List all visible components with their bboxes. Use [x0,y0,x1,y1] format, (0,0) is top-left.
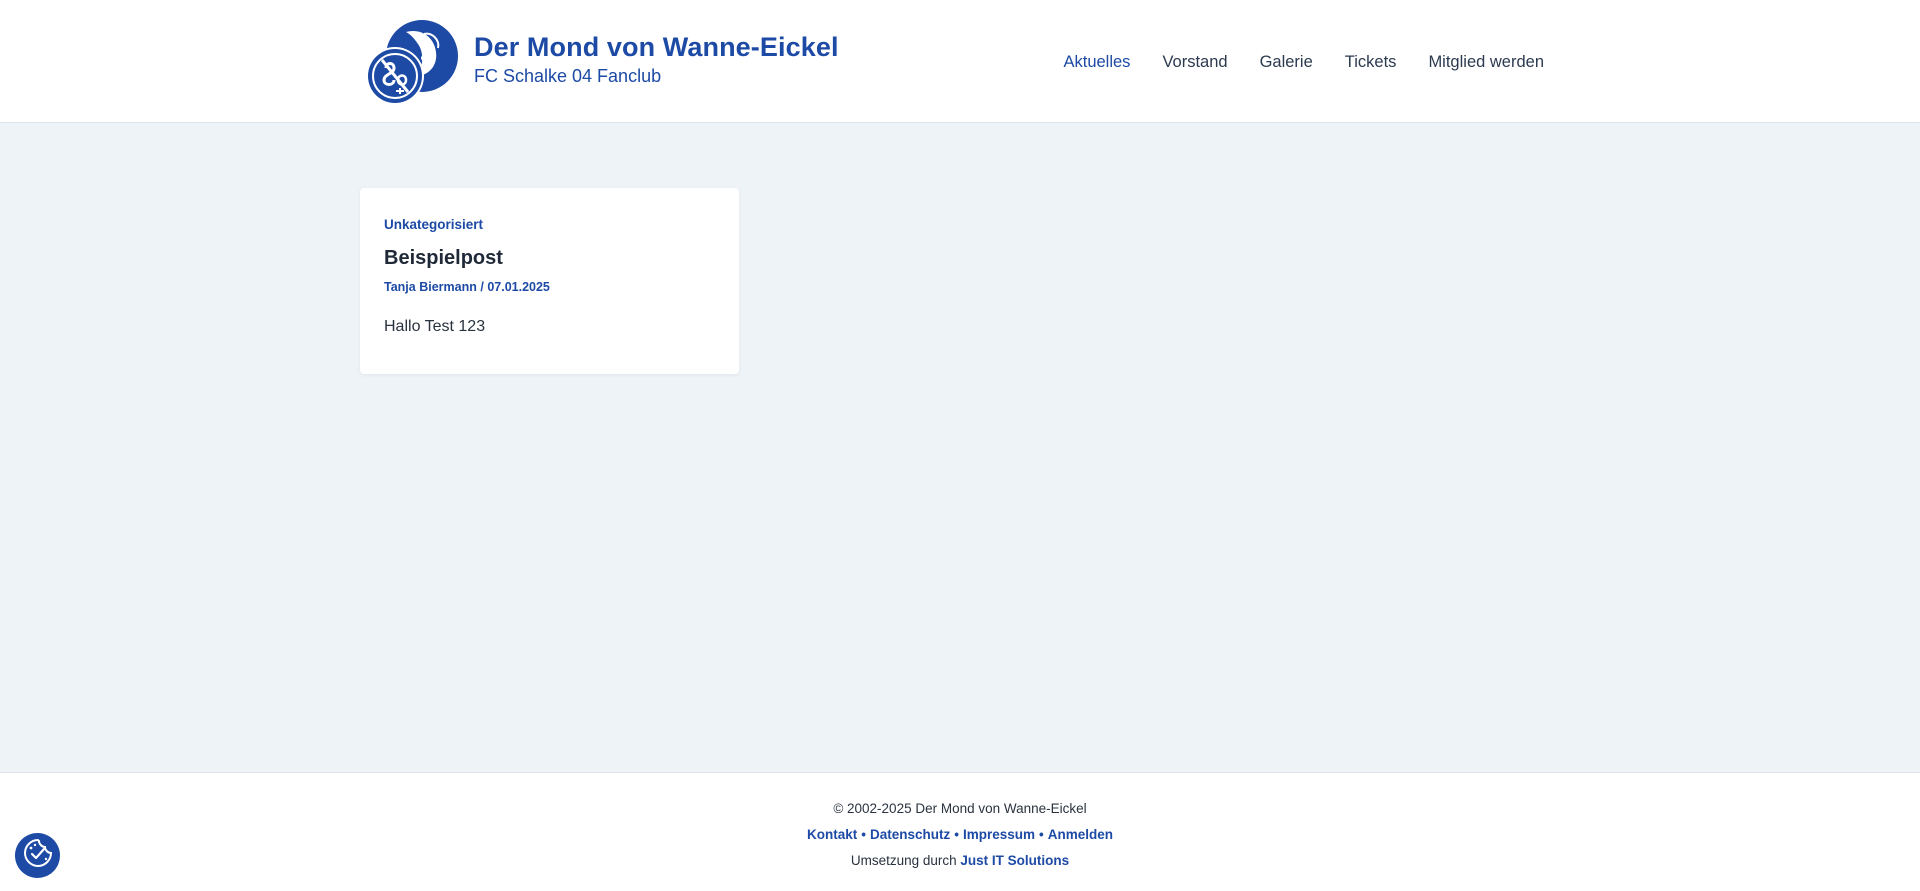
footer-credit-link[interactable]: Just IT Solutions [960,853,1069,868]
site-title: Der Mond von Wanne-Eickel [474,31,839,62]
footer-links: Kontakt • Datenschutz • Impressum • Anmelden [0,826,1920,844]
footer-link-separator: • [861,827,866,842]
nav-item-vorstand[interactable]: Vorstand [1162,50,1227,74]
post-meta: Tanja Biermann / 07.01.2025 [384,279,715,295]
post-date: 07.01.2025 [487,280,550,294]
schalke-fanclub-logo-icon [362,18,460,110]
cookie-consent-button[interactable] [15,833,60,878]
nav-item-galerie[interactable]: Galerie [1260,50,1313,74]
post-card: Unkategorisiert Beispielpost Tanja Bierm… [360,188,739,374]
footer-link-separator: • [954,827,959,842]
post-title[interactable]: Beispielpost [384,245,715,271]
footer-copyright: © 2002-2025 Der Mond von Wanne-Eickel [833,801,1087,816]
footer-link-anmelden[interactable]: Anmelden [1048,827,1113,842]
nav-item-mitglied-werden[interactable]: Mitglied werden [1428,50,1544,74]
cookie-consent-icon [22,837,54,874]
site-subtitle: FC Schalke 04 Fanclub [474,65,662,86]
nav-item-tickets[interactable]: Tickets [1345,50,1397,74]
main-content: Unkategorisiert Beispielpost Tanja Bierm… [0,124,1920,772]
footer-link-impressum[interactable]: Impressum [963,827,1035,842]
footer-credit: Umsetzung durch Just IT Solutions [0,852,1920,870]
site-header: Der Mond von Wanne-Eickel FC Schalke 04 … [0,0,1920,123]
footer-credit-prefix: Umsetzung durch [850,853,957,868]
post-excerpt: Hallo Test 123 [384,318,486,335]
footer-link-kontakt[interactable]: Kontakt [807,827,857,842]
brand-text: Der Mond von Wanne-Eickel FC Schalke 04 … [474,31,839,88]
main-nav: Aktuelles Vorstand Galerie Tickets Mitgl… [1031,50,1544,74]
footer-link-separator: • [1039,827,1044,842]
post-meta-separator: / [480,280,484,294]
site-footer: © 2002-2025 Der Mond von Wanne-Eickel Ko… [0,772,1920,891]
site-brand-link[interactable]: Der Mond von Wanne-Eickel FC Schalke 04 … [362,18,839,110]
post-author: Tanja Biermann [384,280,477,294]
nav-item-aktuelles[interactable]: Aktuelles [1063,50,1130,74]
post-category-link[interactable]: Unkategorisiert [384,216,483,234]
footer-link-datenschutz[interactable]: Datenschutz [870,827,950,842]
